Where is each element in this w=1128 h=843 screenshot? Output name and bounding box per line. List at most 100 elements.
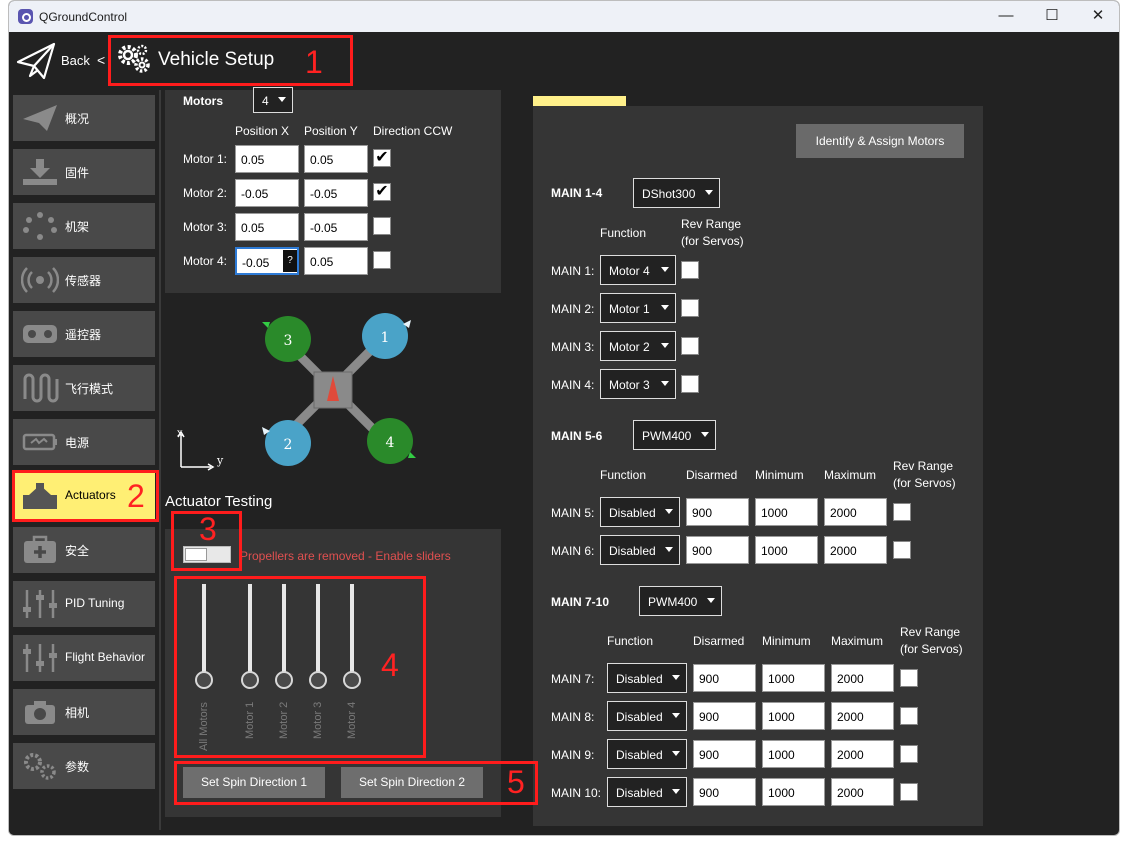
motor-1-y-input[interactable]: 0.05 [304,145,368,173]
function-dropdown-main-5[interactable]: Disabled [600,497,680,527]
safety-kit-icon [24,535,56,563]
function-dropdown-main-1[interactable]: Motor 4 [600,255,676,285]
sidebar-item-radio[interactable]: 遥控器 [13,311,155,357]
sidebar-item-safety[interactable]: 安全 [13,527,155,573]
paper-plane-back-icon[interactable] [16,42,56,80]
rev-range-checkbox[interactable] [900,783,918,801]
disarmed-input[interactable]: 900 [693,664,756,692]
motor-1-ccw-checkbox[interactable]: ✔ [373,149,391,167]
motor-2-x-input[interactable]: -0.05 [235,179,299,207]
disarmed-input[interactable]: 900 [693,778,756,806]
pid-sliders-icon [23,590,57,618]
sidebar-item-camera[interactable]: 相机 [13,689,155,735]
protocol-dropdown-main-5-6[interactable]: PWM400 [633,420,716,450]
identify-assign-motors-button[interactable]: Identify & Assign Motors [796,124,964,158]
output-tab-indicator[interactable] [533,96,626,106]
maximum-input[interactable]: 2000 [824,498,887,526]
protocol-value: PWM400 [642,429,692,443]
sidebar-item-power[interactable]: 电源 [13,419,155,465]
minimum-header: Minimum [755,468,804,482]
protocol-dropdown-main-7-10[interactable]: PWM400 [639,586,722,616]
motor-2-rotor: 2 [262,420,311,466]
protocol-dropdown-main-1-4[interactable]: DShot300 [633,178,720,208]
motor-3-number: 3 [284,333,293,349]
sidebar-item-parameters[interactable]: 参数 [13,743,155,789]
sidebar-item-pid-tuning[interactable]: PID Tuning [13,581,155,627]
actuator-testing-title: Actuator Testing [165,493,273,510]
rev-range-checkbox[interactable] [893,541,911,559]
minimum-input[interactable]: 1000 [755,498,818,526]
minimum-input[interactable]: 1000 [762,664,825,692]
minimum-input[interactable]: 1000 [755,536,818,564]
function-dropdown-main-2[interactable]: Motor 1 [600,293,676,323]
maximum-input[interactable]: 2000 [831,778,894,806]
maximum-input[interactable]: 2000 [831,664,894,692]
help-tooltip-button[interactable]: ? [283,250,297,272]
sidebar-item-airframe[interactable]: 机架 [13,203,155,249]
function-value: Disabled [616,672,663,686]
function-value: Disabled [616,786,663,800]
group-label: MAIN 1-4 [551,186,603,200]
disarmed-input[interactable]: 900 [686,536,749,564]
output-row-label: MAIN 3: [551,340,595,354]
minimum-input[interactable]: 1000 [762,702,825,730]
motor-row-label: Motor 3: [183,220,228,234]
annotation-number-4: 4 [381,647,399,683]
sidebar-item-flight-modes[interactable]: 飞行模式 [13,365,155,411]
maximum-input[interactable]: 2000 [831,702,894,730]
rev-range-checkbox[interactable] [681,261,699,279]
sidebar-item-label: 机架 [65,220,90,234]
disarmed-input[interactable]: 900 [686,498,749,526]
sidebar-item-sensors[interactable]: 传感器 [13,257,155,303]
sidebar-item-firmware[interactable]: 固件 [13,149,155,195]
rev-range-checkbox[interactable] [681,337,699,355]
motor-2-number: 2 [284,437,293,453]
back-button[interactable]: Back [61,53,90,68]
app-window: QGroundControl — ☐ ✕ Back < Vehicle Setu… [8,0,1120,836]
function-dropdown-main-10[interactable]: Disabled [607,777,687,807]
function-dropdown-main-7[interactable]: Disabled [607,663,687,693]
maximum-input[interactable]: 2000 [824,536,887,564]
function-dropdown-main-8[interactable]: Disabled [607,701,687,731]
rev-range-checkbox[interactable] [893,503,911,521]
function-dropdown-main-6[interactable]: Disabled [600,535,680,565]
minimize-button[interactable]: — [987,5,1025,27]
function-dropdown-main-3[interactable]: Motor 2 [600,331,676,361]
motor-3-y-input[interactable]: -0.05 [304,213,368,241]
rev-range-checkbox[interactable] [681,375,699,393]
sidebar-item-label: Flight Behavior [65,650,146,664]
sidebar-item-summary[interactable]: 概况 [13,95,155,141]
motor-4-x-value: -0.05 [242,256,270,270]
minimum-input[interactable]: 1000 [762,740,825,768]
motor-4-y-input[interactable]: 0.05 [304,247,368,275]
motor-4-ccw-checkbox[interactable] [373,251,391,269]
rev-range-checkbox[interactable] [900,745,918,763]
maximum-input[interactable]: 2000 [831,740,894,768]
minimum-input[interactable]: 1000 [762,778,825,806]
disarmed-header: Disarmed [686,468,738,482]
motor-3-x-input[interactable]: 0.05 [235,213,299,241]
function-dropdown-main-9[interactable]: Disabled [607,739,687,769]
rev-range-checkbox[interactable] [900,669,918,687]
motor-count-dropdown[interactable]: 4 [253,87,293,113]
firmware-download-icon [23,159,57,185]
parameters-gears-icon [24,753,56,780]
close-button[interactable]: ✕ [1079,5,1117,27]
function-dropdown-main-4[interactable]: Motor 3 [600,369,676,399]
disarmed-input[interactable]: 900 [693,740,756,768]
sidebar-item-label: 电源 [65,436,90,450]
rev-range-checkbox[interactable] [900,707,918,725]
behavior-sliders-icon [23,644,57,672]
sidebar-item-flight-behavior[interactable]: Flight Behavior [13,635,155,681]
radio-controller-icon [23,325,57,343]
disarmed-input[interactable]: 900 [693,702,756,730]
motor-1-x-input[interactable]: 0.05 [235,145,299,173]
motor-3-ccw-checkbox[interactable] [373,217,391,235]
rev-range-checkbox[interactable] [681,299,699,317]
rev-range-header: Rev Range [893,459,954,473]
motor-2-y-input[interactable]: -0.05 [304,179,368,207]
function-value: Motor 3 [609,378,650,392]
maximize-button[interactable]: ☐ [1033,5,1071,27]
motor-2-ccw-checkbox[interactable]: ✔ [373,183,391,201]
qgc-logo-icon [18,9,33,24]
